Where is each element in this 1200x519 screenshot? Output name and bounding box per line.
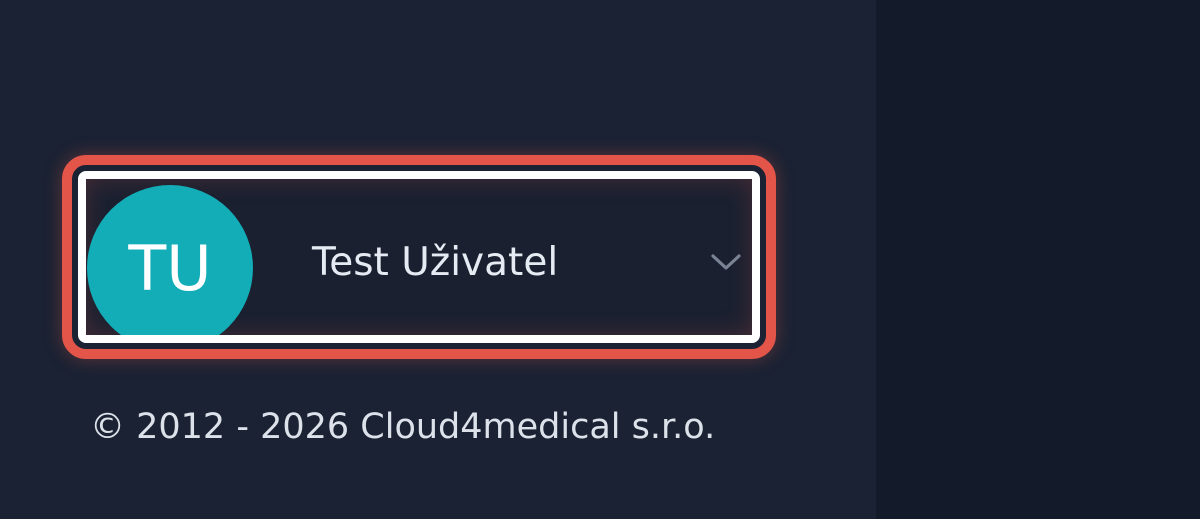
app-screen: TU Test Uživatel © 2012 - 2026 Cloud4med… <box>0 0 1200 519</box>
main-area <box>876 0 1200 519</box>
copyright-text: © 2012 - 2026 Cloud4medical s.r.o. <box>90 407 716 447</box>
avatar-initials: TU <box>128 231 212 305</box>
user-menu-button[interactable]: TU Test Uživatel <box>78 171 760 343</box>
avatar: TU <box>87 185 253 335</box>
user-name: Test Uživatel <box>312 240 559 285</box>
sidebar: TU Test Uživatel © 2012 - 2026 Cloud4med… <box>0 0 876 519</box>
chevron-down-icon <box>708 245 744 281</box>
